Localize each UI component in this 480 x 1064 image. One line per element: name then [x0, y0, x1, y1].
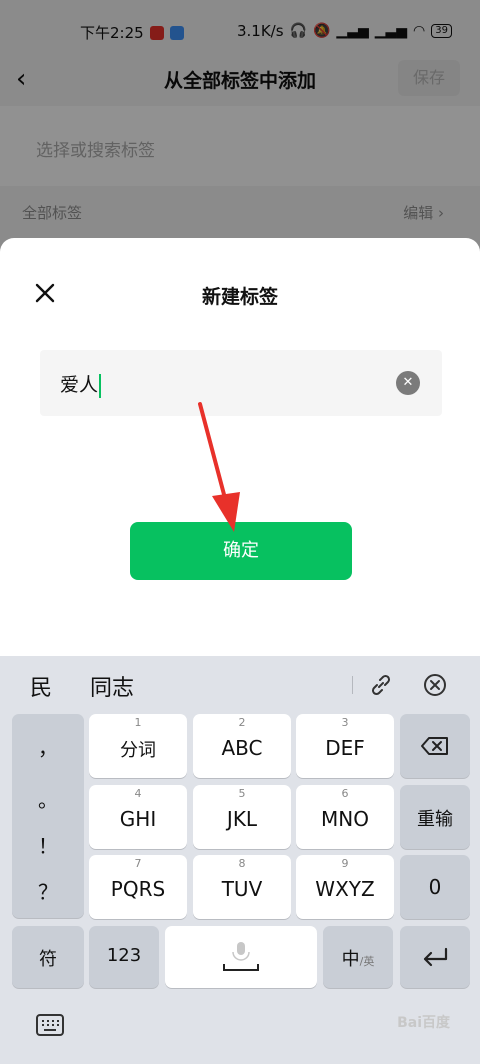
watermark: Bai百度	[397, 1015, 450, 1031]
key-1[interactable]: 1 分词	[89, 714, 187, 778]
key-4[interactable]: 4 GHI	[89, 785, 187, 849]
close-keyboard-icon[interactable]	[422, 672, 448, 698]
candidate-bar: 民 同志	[0, 656, 480, 714]
key-5[interactable]: 5 JKL	[193, 785, 291, 849]
candidate-item[interactable]: 民	[30, 670, 52, 702]
ime-keyboard: 民 同志 ， 。 ！ ？ 1 分词 2 ABC 3 DEF 4 GHI 5 JKL	[0, 656, 480, 1064]
lang-zh: 中	[341, 949, 360, 970]
key-9[interactable]: 9 WXYZ	[296, 855, 394, 919]
punct-comma[interactable]: ，	[12, 732, 84, 761]
space-key[interactable]	[165, 926, 317, 988]
punctuation-column[interactable]: ， 。 ！ ？	[12, 714, 84, 918]
enter-key[interactable]	[400, 926, 470, 988]
symbols-key[interactable]: 符	[12, 926, 84, 988]
annotation-arrow-icon	[198, 402, 240, 532]
key-3[interactable]: 3 DEF	[296, 714, 394, 778]
key-2[interactable]: 2 ABC	[193, 714, 291, 778]
enter-icon	[423, 947, 448, 967]
modal-overlay[interactable]	[0, 0, 480, 260]
punct-question[interactable]: ？	[12, 876, 84, 905]
punct-exclaim[interactable]: ！	[12, 830, 84, 859]
zero-key[interactable]: 0	[400, 855, 470, 919]
microphone-icon	[223, 942, 259, 971]
key-6[interactable]: 6 MNO	[296, 785, 394, 849]
clear-input-icon[interactable]: ✕	[396, 371, 420, 395]
keyboard-icon[interactable]	[36, 1014, 64, 1036]
tag-name-value: 爱人	[60, 374, 99, 396]
candidate-item[interactable]: 同志	[90, 670, 134, 702]
reinput-key[interactable]: 重输	[400, 785, 470, 849]
backspace-key[interactable]	[400, 714, 470, 778]
text-caret	[99, 373, 102, 398]
keyboard-bottom-strip: Bai百度	[0, 1000, 480, 1064]
candidate-divider	[352, 676, 353, 694]
sheet-title: 新建标签	[201, 286, 278, 308]
backspace-icon	[421, 737, 448, 755]
lang-en: /英	[359, 955, 375, 968]
key-7[interactable]: 7 PQRS	[89, 855, 187, 919]
numbers-key[interactable]: 123	[89, 926, 159, 988]
punct-period[interactable]: 。	[12, 784, 84, 813]
lang-switch-key[interactable]: 中/英	[323, 926, 393, 988]
key-8[interactable]: 8 TUV	[193, 855, 291, 919]
link-icon[interactable]	[368, 672, 394, 698]
